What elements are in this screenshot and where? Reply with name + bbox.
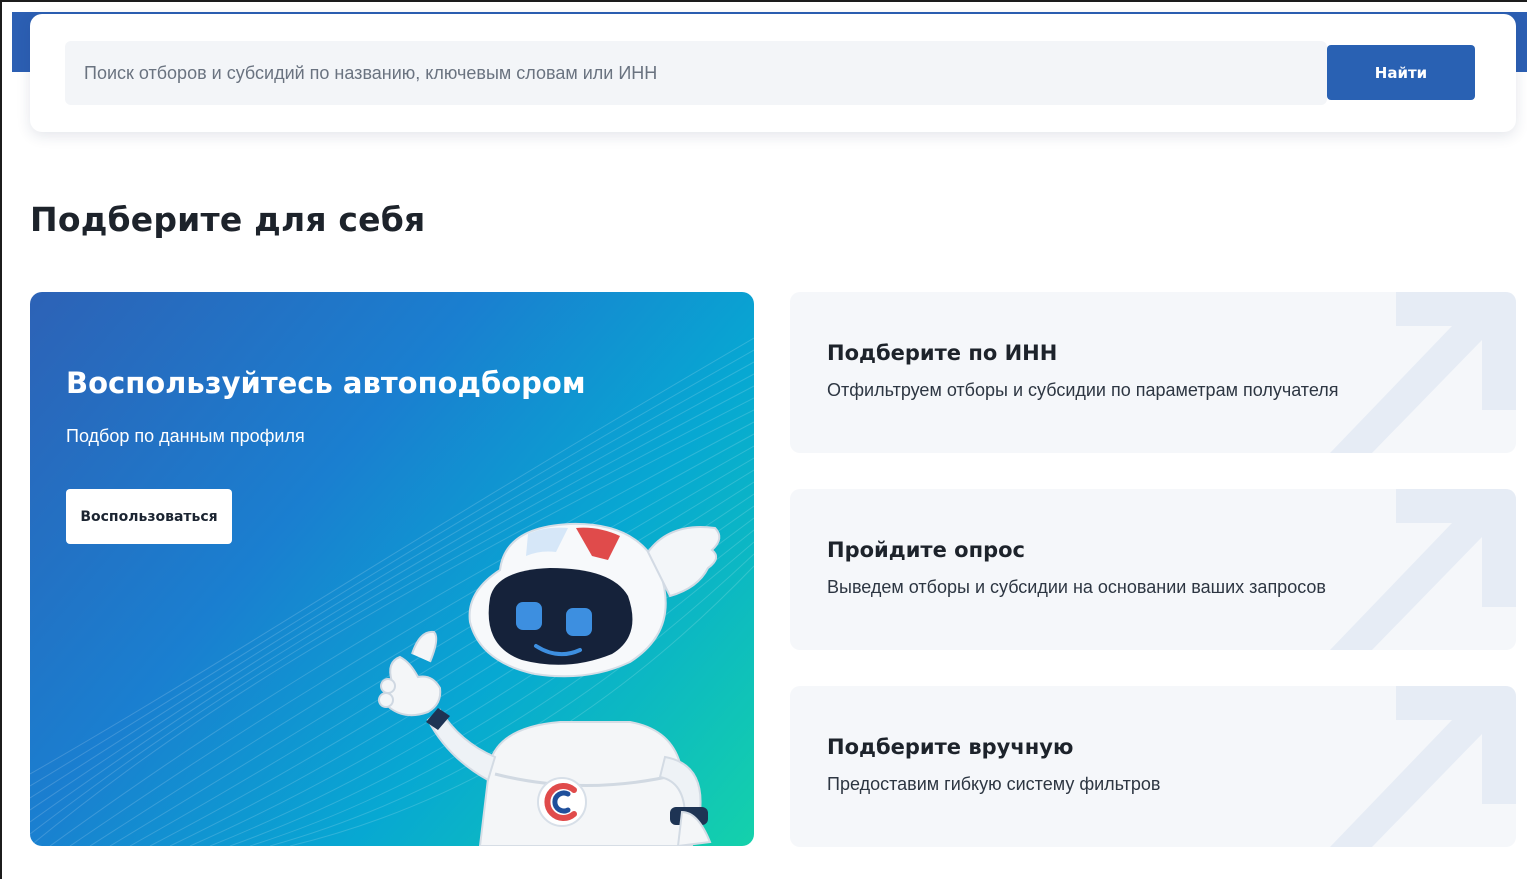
use-autoselect-button[interactable]: Воспользоваться <box>66 489 232 544</box>
option-card-manual[interactable]: Подберите вручную Предоставим гибкую сис… <box>790 686 1516 847</box>
option-description: Предоставим гибкую систему фильтров <box>827 774 1161 794</box>
search-field[interactable] <box>65 41 1327 105</box>
arrow-up-right-icon <box>1330 686 1516 847</box>
option-card-survey[interactable]: Пройдите опрос Выведем отборы и субсидии… <box>790 489 1516 650</box>
autoselect-card: Воспользуйтесь автоподбором Подбор по да… <box>30 292 754 846</box>
option-title: Подберите вручную <box>827 735 1074 759</box>
search-panel: Найти <box>30 14 1516 132</box>
option-title: Подберите по ИНН <box>827 341 1058 365</box>
search-input[interactable] <box>65 41 1327 105</box>
option-description: Выведем отборы и субсидии на основании в… <box>827 577 1326 597</box>
autoselect-subtitle: Подбор по данным профиля <box>66 426 305 446</box>
option-card-inn[interactable]: Подберите по ИНН Отфильтруем отборы и су… <box>790 292 1516 453</box>
arrow-up-right-icon <box>1330 489 1516 650</box>
autoselect-title: Воспользуйтесь автоподбором <box>66 366 586 400</box>
robot-mascot-image <box>378 522 721 846</box>
search-button[interactable]: Найти <box>1327 45 1475 100</box>
option-title: Пройдите опрос <box>827 538 1025 562</box>
option-description: Отфильтруем отборы и субсидии по парамет… <box>827 380 1339 400</box>
arrow-up-right-icon <box>1330 292 1516 453</box>
section-title: Подберите для себя <box>30 200 426 239</box>
